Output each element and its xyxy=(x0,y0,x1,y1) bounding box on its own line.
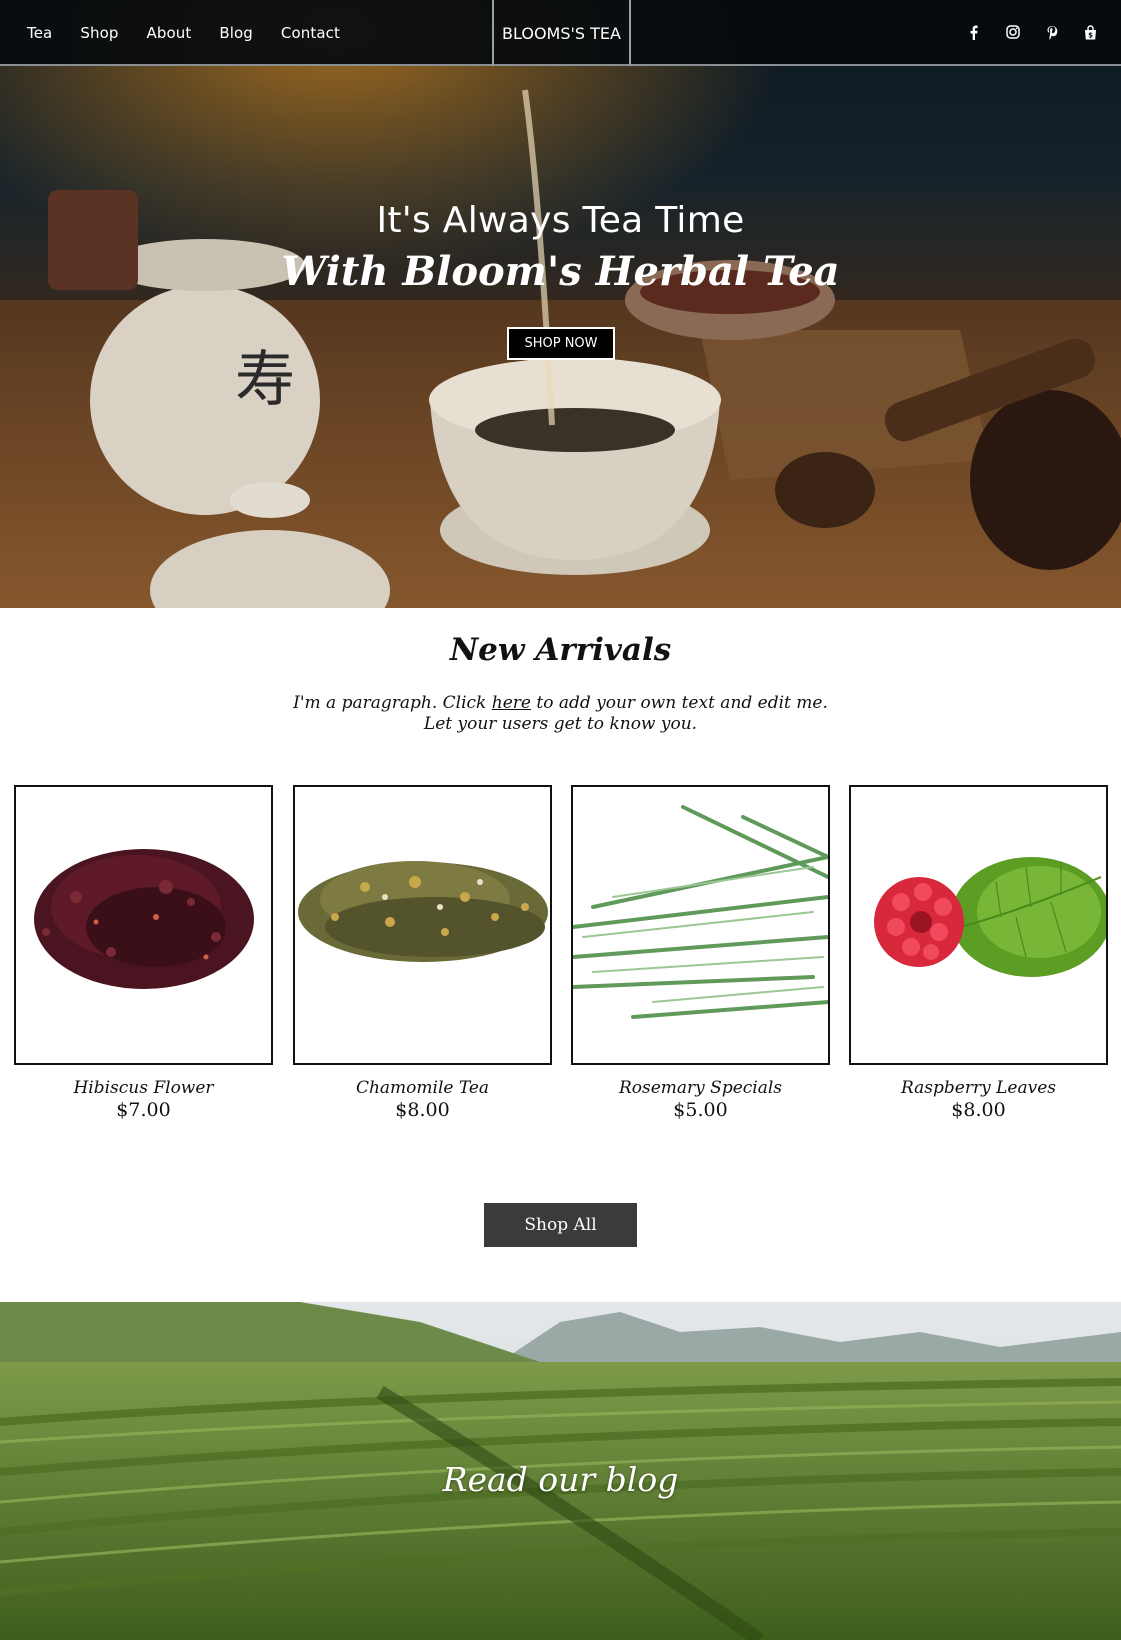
product-card-chamomile[interactable]: Chamomile Tea $8.00 xyxy=(293,785,552,1121)
social-links: $ xyxy=(965,22,1099,42)
product-image-frame[interactable] xyxy=(293,785,552,1065)
shop-all-button[interactable]: Shop All xyxy=(484,1203,637,1247)
intro-paragraph: I'm a paragraph. Click here to add your … xyxy=(290,693,831,735)
product-name[interactable]: Chamomile Tea xyxy=(293,1078,552,1098)
hero-heading: It's Always Tea Time xyxy=(376,200,745,241)
hero-image: 寿 xyxy=(0,0,1121,608)
new-arrivals-title: New Arrivals xyxy=(449,632,672,668)
product-price: $8.00 xyxy=(951,1099,1006,1121)
product-price: $7.00 xyxy=(116,1099,171,1121)
shop-now-button[interactable]: SHOP NOW xyxy=(507,327,615,360)
intro-text-before: I'm a paragraph. Click xyxy=(293,693,492,713)
product-card-rosemary[interactable]: Rosemary Specials $5.00 xyxy=(571,785,830,1121)
nav-link-contact[interactable]: Contact xyxy=(281,24,340,42)
svg-text:$: $ xyxy=(1088,31,1093,39)
nav-link-blog[interactable]: Blog xyxy=(219,24,253,42)
chamomile-image xyxy=(298,861,548,962)
top-navigation: Tea Shop About Blog Contact BLOOMS'S TEA… xyxy=(0,0,1121,66)
nav-menu: Tea Shop About Blog Contact xyxy=(27,24,340,42)
hero-subheading: With Bloom's Herbal Tea xyxy=(281,248,840,295)
product-name[interactable]: Hibiscus Flower xyxy=(14,1078,273,1098)
raspberry-image xyxy=(874,857,1106,977)
intro-here-link[interactable]: here xyxy=(492,693,531,713)
product-image-frame[interactable] xyxy=(14,785,273,1065)
product-name[interactable]: Raspberry Leaves xyxy=(849,1078,1108,1098)
product-price: $8.00 xyxy=(395,1099,450,1121)
nav-link-tea[interactable]: Tea xyxy=(27,24,52,42)
read-blog-link[interactable]: Read our blog xyxy=(0,1460,1121,1499)
nav-link-about[interactable]: About xyxy=(146,24,191,42)
product-card-hibiscus[interactable]: Hibiscus Flower $7.00 xyxy=(14,785,273,1121)
product-image-frame[interactable] xyxy=(849,785,1108,1065)
facebook-icon[interactable] xyxy=(965,22,982,42)
svg-text:寿: 寿 xyxy=(235,345,295,415)
blog-banner[interactable]: Read our blog xyxy=(0,1302,1121,1640)
rosemary-image xyxy=(573,805,828,1019)
product-card-raspberry[interactable]: Raspberry Leaves $8.00 xyxy=(849,785,1108,1121)
nav-link-shop[interactable]: Shop xyxy=(80,24,118,42)
product-image-frame[interactable] xyxy=(571,785,830,1065)
brand-logo[interactable]: BLOOMS'S TEA xyxy=(492,0,631,66)
product-name[interactable]: Rosemary Specials xyxy=(571,1078,830,1098)
pinterest-icon[interactable] xyxy=(1043,22,1060,42)
instagram-icon[interactable] xyxy=(1004,22,1021,42)
hero-banner: 寿 It's Always Tea Time With Bloom's Herb… xyxy=(0,0,1121,608)
hibiscus-image xyxy=(34,849,254,989)
shopping-bag-icon[interactable]: $ xyxy=(1082,22,1099,42)
product-price: $5.00 xyxy=(673,1099,728,1121)
